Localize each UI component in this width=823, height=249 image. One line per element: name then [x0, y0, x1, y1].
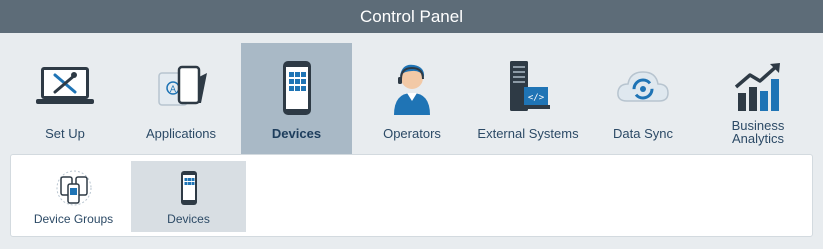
- subnav-item-label: Devices: [167, 212, 210, 226]
- nav-item-label: Devices: [271, 126, 322, 141]
- subnav-item-devices[interactable]: Devices: [131, 161, 246, 232]
- nav-item-business-analytics[interactable]: Business Analytics: [698, 43, 818, 154]
- subnav-item-label: Device Groups: [33, 212, 114, 226]
- nav-item-data-sync[interactable]: Data Sync: [588, 43, 698, 154]
- nav-item-label: Data Sync: [613, 126, 673, 141]
- cloud-sync-icon: [611, 61, 675, 115]
- nav-item-external-systems[interactable]: </> External Systems: [468, 43, 588, 154]
- nav-item-devices[interactable]: Devices: [241, 43, 352, 154]
- device-group-icon: [54, 169, 94, 207]
- smartphone-icon: [265, 61, 329, 115]
- bar-chart-trend-icon: [726, 61, 790, 115]
- apps-tablet-icon: A: [149, 61, 213, 115]
- nav-item-applications[interactable]: A Applications: [121, 43, 241, 154]
- svg-text:</>: </>: [528, 93, 545, 103]
- active-tab-caret: [288, 143, 306, 152]
- window-title: Control Panel: [0, 0, 823, 33]
- svg-text:A: A: [170, 85, 177, 95]
- operator-headset-icon: [380, 61, 444, 115]
- nav-item-set-up[interactable]: Set Up: [0, 43, 130, 154]
- nav-item-label: Operators: [383, 126, 441, 141]
- smartphone-icon: [169, 169, 209, 207]
- devices-subnav: Device Groups Devices: [10, 154, 813, 237]
- nav-item-operators[interactable]: Operators: [352, 43, 472, 154]
- subnav-item-device-groups[interactable]: Device Groups: [16, 161, 131, 232]
- nav-item-label: Business Analytics: [731, 118, 785, 146]
- main-nav: Set Up A Applications Devices Operators …: [0, 33, 823, 154]
- nav-item-label: Set Up: [45, 126, 85, 141]
- wrench-screwdriver-laptop-icon: [33, 61, 97, 115]
- server-code-icon: </>: [496, 61, 560, 115]
- nav-item-label: Applications: [145, 126, 217, 141]
- nav-item-label: External Systems: [477, 126, 579, 141]
